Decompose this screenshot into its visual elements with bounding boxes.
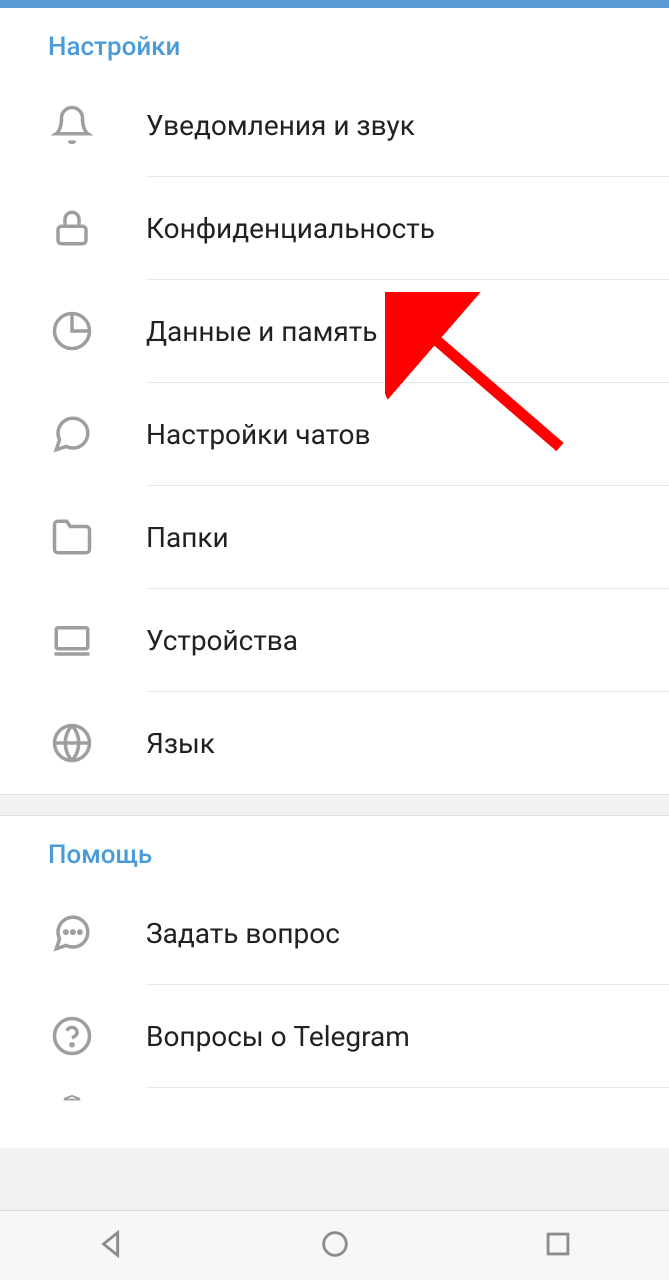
globe-icon xyxy=(48,719,96,767)
lock-icon xyxy=(48,204,96,252)
status-bar xyxy=(0,0,669,8)
settings-item-chat-settings[interactable]: Настройки чатов xyxy=(0,383,669,485)
settings-item-data-storage[interactable]: Данные и память xyxy=(0,280,669,382)
android-nav-bar xyxy=(0,1210,669,1280)
chat-icon xyxy=(48,410,96,458)
nav-home-button[interactable] xyxy=(318,1227,352,1265)
help-item-ask[interactable]: Задать вопрос xyxy=(0,882,669,984)
help-item-label: Вопросы о Telegram xyxy=(146,1020,669,1053)
settings-item-language[interactable]: Язык xyxy=(0,692,669,794)
nav-recent-button[interactable] xyxy=(541,1227,575,1265)
help-section: Помощь Задать вопрос Вопросы о Telegram xyxy=(0,816,669,1148)
nav-back-button[interactable] xyxy=(95,1227,129,1265)
settings-item-label: Уведомления и звук xyxy=(146,109,669,142)
help-item-label: Задать вопрос xyxy=(146,917,669,950)
question-icon xyxy=(48,1012,96,1060)
device-icon xyxy=(48,616,96,664)
help-section-title: Помощь xyxy=(0,840,669,882)
settings-item-label: Устройства xyxy=(146,624,669,657)
settings-item-folders[interactable]: Папки xyxy=(0,486,669,588)
help-item-partial[interactable] xyxy=(0,1088,669,1148)
help-item-faq[interactable]: Вопросы о Telegram xyxy=(0,985,669,1087)
pie-chart-icon xyxy=(48,307,96,355)
shield-icon xyxy=(48,1094,96,1142)
settings-item-label: Данные и память xyxy=(146,315,669,348)
settings-section: Настройки Уведомления и звук Конфиденциа… xyxy=(0,8,669,794)
settings-item-label: Папки xyxy=(146,521,669,554)
settings-item-privacy[interactable]: Конфиденциальность xyxy=(0,177,669,279)
chat-dots-icon xyxy=(48,909,96,957)
folder-icon xyxy=(48,513,96,561)
settings-item-notifications[interactable]: Уведомления и звук xyxy=(0,74,669,176)
settings-item-label: Конфиденциальность xyxy=(146,212,669,245)
settings-section-title: Настройки xyxy=(0,32,669,74)
settings-item-devices[interactable]: Устройства xyxy=(0,589,669,691)
bell-icon xyxy=(48,101,96,149)
settings-item-label: Настройки чатов xyxy=(146,418,669,451)
section-separator xyxy=(0,794,669,816)
settings-item-label: Язык xyxy=(146,727,669,760)
